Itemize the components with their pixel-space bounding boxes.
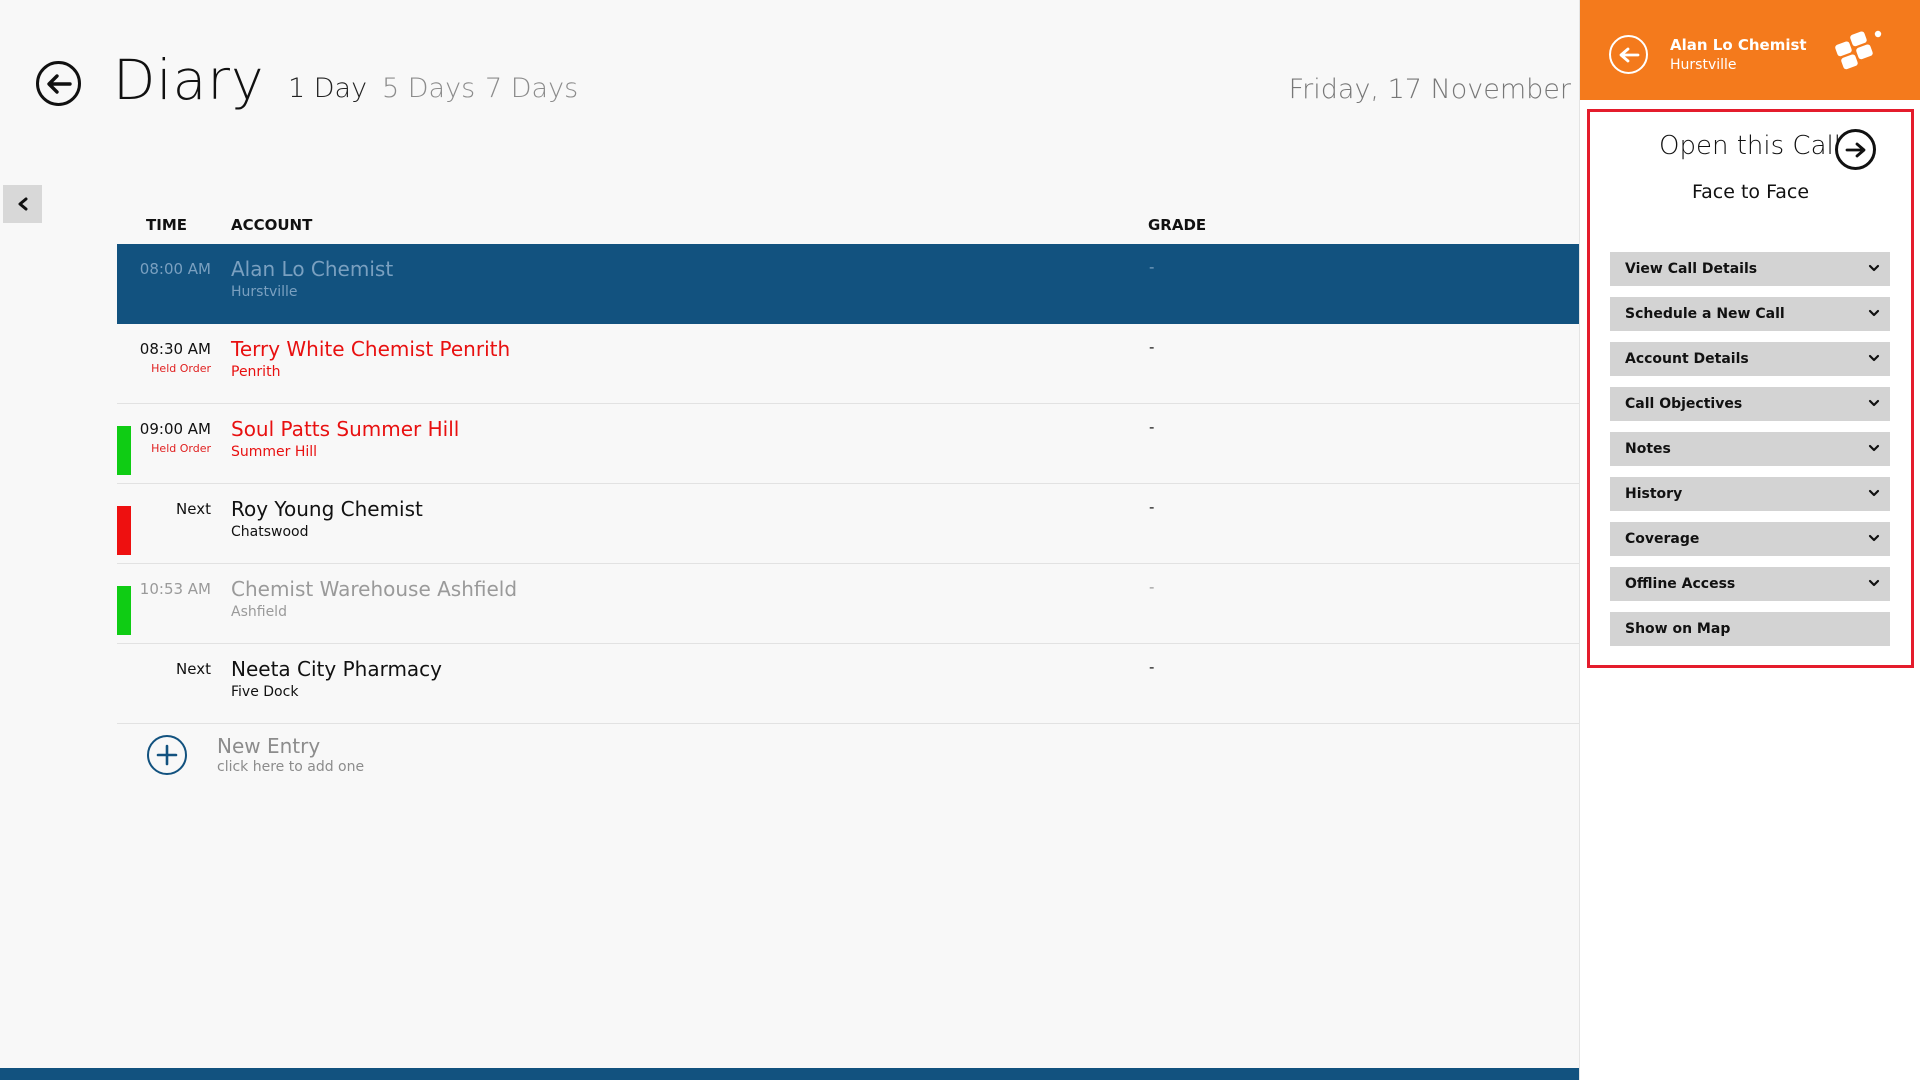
menu-item-label: Offline Access [1625,576,1736,592]
new-entry-title: New Entry [217,734,321,758]
menu-item-label: Coverage [1625,531,1700,547]
menu-coverage[interactable]: Coverage [1610,522,1890,556]
row-grade: - [1149,498,1155,516]
panel-back-button[interactable] [1609,35,1648,74]
row-location: Ashfield [231,604,287,620]
menu-item-label: Schedule a New Call [1625,306,1785,322]
menu-show-on-map[interactable]: Show on Map [1610,612,1890,646]
current-date: Friday, 17 November [1288,74,1571,105]
menu-item-label: History [1625,486,1683,502]
chevron-down-icon [1868,354,1880,362]
row-time: 08:30 AM [139,340,211,358]
row-status: Held Order [151,362,211,375]
menu-history[interactable]: History [1610,477,1890,511]
chevron-down-icon [1868,309,1880,317]
table-row[interactable]: 08:30 AM Held Order Terry White Chemist … [117,324,1579,404]
call-type: Face to Face [1691,181,1810,203]
column-header-account: ACCOUNT [231,216,313,234]
open-call-label: Open this Call [1659,131,1841,161]
row-location: Penrith [231,364,281,380]
tab-7-days[interactable]: 7 Days [485,73,578,104]
row-grade: - [1149,258,1155,276]
call-actions-menu: View Call Details Schedule a New Call Ac… [1610,252,1890,657]
chevron-down-icon [1868,399,1880,407]
row-location: Chatswood [231,524,309,540]
row-account: Soul Patts Summer Hill [231,417,460,441]
menu-notes[interactable]: Notes [1610,432,1890,466]
row-account: Alan Lo Chemist [231,257,394,281]
row-time: Next [176,660,211,678]
row-time: 09:00 AM [139,420,211,438]
collapse-button[interactable] [3,185,42,223]
diary-list: 08:00 AM Alan Lo Chemist Hurstville - 08… [117,244,1579,724]
chevron-left-icon [18,197,27,211]
menu-item-label: Show on Map [1625,621,1731,637]
bottom-app-bar [0,1068,1579,1080]
status-bar [117,426,131,475]
chevron-down-icon [1868,579,1880,587]
app-logo-icon [1835,30,1882,70]
page-title: Diary [113,48,265,112]
forward-arrow-icon [1835,129,1876,170]
status-bar [117,506,131,555]
row-account: Neeta City Pharmacy [231,657,443,681]
row-status: Held Order [151,442,211,455]
table-row[interactable]: 09:00 AM Held Order Soul Patts Summer Hi… [117,404,1579,484]
row-time: 08:00 AM [139,260,211,278]
back-arrow-icon [1619,47,1639,62]
menu-call-objectives[interactable]: Call Objectives [1610,387,1890,421]
menu-account-details[interactable]: Account Details [1610,342,1890,376]
table-row[interactable]: 10:53 AM Chemist Warehouse Ashfield Ashf… [117,564,1579,644]
panel-account-name: Alan Lo Chemist [1670,36,1807,54]
plus-circle-icon [147,735,187,775]
tab-5-days[interactable]: 5 Days [382,73,475,104]
diary-main: Diary 1 Day 5 Days 7 Days Friday, 17 Nov… [0,0,1579,1080]
chevron-down-icon [1868,264,1880,272]
column-header-time: TIME [146,216,187,234]
row-location: Hurstville [231,284,298,300]
menu-item-label: View Call Details [1625,261,1758,277]
new-entry-subtitle: click here to add one [217,759,365,775]
panel-header: Alan Lo Chemist Hurstville [1580,0,1920,100]
panel-account-location: Hurstville [1670,57,1737,73]
row-account: Chemist Warehouse Ashfield [231,577,518,601]
call-side-panel: Alan Lo Chemist Hurstville Open this Cal… [1579,0,1920,1080]
row-location: Five Dock [231,684,299,700]
row-account: Roy Young Chemist [231,497,423,521]
row-location: Summer Hill [231,444,318,460]
table-row[interactable]: Next Neeta City Pharmacy Five Dock - [117,644,1579,724]
status-bar [117,586,131,635]
table-row[interactable]: Next Roy Young Chemist Chatswood - [117,484,1579,564]
menu-item-label: Account Details [1625,351,1749,367]
row-grade: - [1149,338,1155,356]
tab-1-day[interactable]: 1 Day [288,73,367,104]
new-entry-button[interactable]: New Entry click here to add one [147,733,547,777]
table-row[interactable]: 08:00 AM Alan Lo Chemist Hurstville - [117,244,1579,324]
row-time: Next [176,500,211,518]
menu-item-label: Notes [1625,441,1671,457]
menu-view-call-details[interactable]: View Call Details [1610,252,1890,286]
menu-schedule-new-call[interactable]: Schedule a New Call [1610,297,1890,331]
menu-offline-access[interactable]: Offline Access [1610,567,1890,601]
menu-item-label: Call Objectives [1625,396,1743,412]
chevron-down-icon [1868,444,1880,452]
column-header-grade: GRADE [1148,216,1207,234]
row-time: 10:53 AM [139,580,211,598]
row-grade: - [1149,418,1155,436]
row-account: Terry White Chemist Penrith [231,337,511,361]
back-button[interactable] [36,61,81,106]
row-grade: - [1149,578,1155,596]
chevron-down-icon [1868,534,1880,542]
row-grade: - [1149,658,1155,676]
open-call-button[interactable]: Open this Call [1580,129,1920,173]
back-arrow-icon [46,73,72,94]
chevron-down-icon [1868,489,1880,497]
